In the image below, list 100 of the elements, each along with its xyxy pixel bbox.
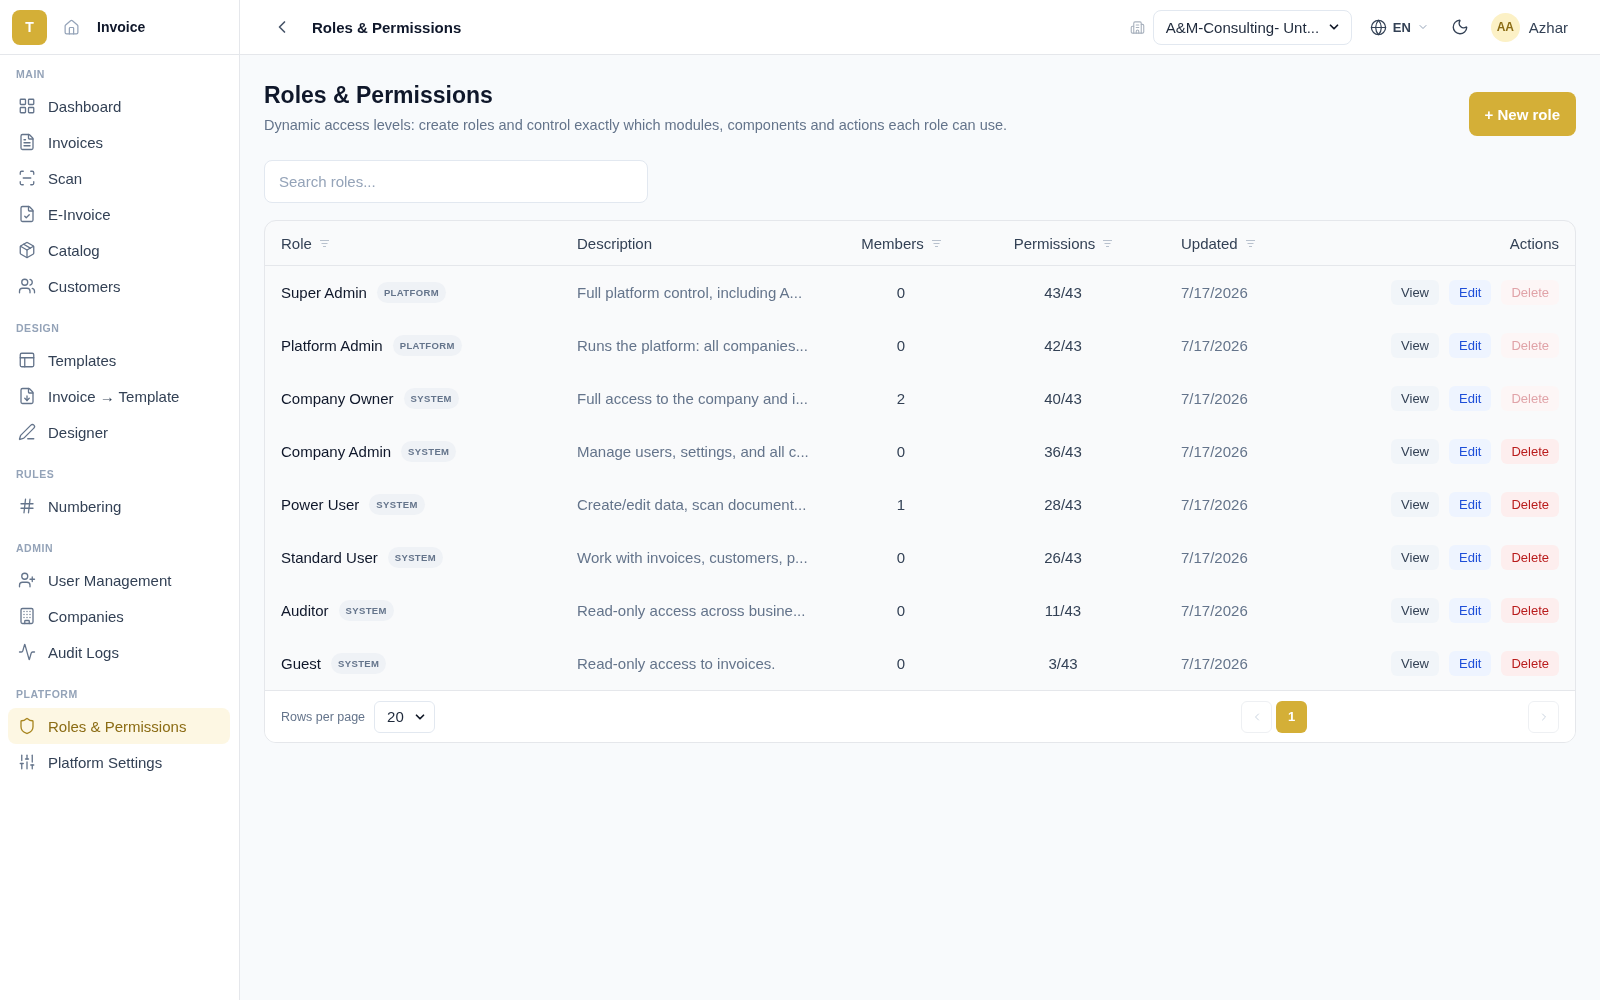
globe-icon bbox=[1369, 18, 1387, 36]
role-name: Company Owner bbox=[281, 390, 394, 407]
role-description: Work with invoices, customers, p... bbox=[577, 549, 808, 566]
role-description: Read-only access across busine... bbox=[577, 602, 806, 619]
sidebar-item[interactable]: Catalog bbox=[8, 232, 230, 268]
permissions-count: 36/43 bbox=[1044, 443, 1082, 460]
members-count: 0 bbox=[896, 337, 906, 354]
role-name: Power User bbox=[281, 496, 360, 513]
logo-tile: T bbox=[12, 9, 47, 45]
house-icon bbox=[63, 18, 80, 36]
view-button[interactable]: View bbox=[1391, 651, 1439, 676]
search-field[interactable]: Search roles... bbox=[264, 160, 648, 203]
sidebar-item[interactable]: User Management bbox=[8, 562, 230, 598]
role-description: Full access to the company and i... bbox=[577, 390, 808, 407]
layout-icon bbox=[18, 351, 36, 369]
view-button[interactable]: View bbox=[1391, 280, 1439, 305]
moon-icon bbox=[1450, 18, 1469, 36]
role-description: Runs the platform: all companies... bbox=[577, 337, 808, 354]
column-header[interactable]: Updated bbox=[1181, 234, 1255, 252]
theme-toggle-button[interactable] bbox=[1450, 18, 1469, 36]
grid-icon bbox=[18, 97, 36, 115]
building-icon bbox=[18, 607, 36, 625]
page-title: Roles & Permissions bbox=[264, 81, 494, 109]
language-button[interactable]: EN bbox=[1369, 18, 1429, 36]
role-name: Platform Admin bbox=[281, 337, 383, 354]
document-icon bbox=[18, 133, 36, 151]
delete-button[interactable]: Delete bbox=[1501, 492, 1559, 517]
section-label: ADMIN bbox=[16, 541, 54, 556]
updated-date: 7/17/2026 bbox=[1181, 284, 1248, 301]
column-header[interactable]: Role bbox=[281, 234, 329, 252]
document-arrow-icon bbox=[18, 387, 36, 405]
members-count: 0 bbox=[896, 655, 906, 672]
sidebar-item[interactable]: Numbering bbox=[8, 488, 230, 524]
role-type-tag: PLATFORM bbox=[376, 282, 446, 303]
column-header[interactable]: Permissions bbox=[1013, 234, 1113, 252]
role-type-tag: PLATFORM bbox=[392, 335, 462, 356]
column-header[interactable]: Members bbox=[861, 234, 941, 252]
sort-icon bbox=[1245, 239, 1255, 247]
sidebar-item[interactable]: E-Invoice bbox=[8, 196, 230, 232]
sidebar-item[interactable]: Companies bbox=[8, 598, 230, 634]
delete-button[interactable]: Delete bbox=[1501, 651, 1559, 676]
view-button[interactable]: View bbox=[1391, 598, 1439, 623]
sort-icon bbox=[931, 239, 941, 247]
sidebar-item[interactable]: Customers bbox=[8, 268, 230, 304]
view-button[interactable]: View bbox=[1391, 439, 1439, 464]
sidebar-item[interactable]: Platform Settings bbox=[8, 744, 230, 780]
edit-button[interactable]: Edit bbox=[1449, 492, 1492, 517]
updated-date: 7/17/2026 bbox=[1181, 655, 1248, 672]
role-description: Read-only access to invoices. bbox=[577, 655, 776, 672]
edit-button[interactable]: Edit bbox=[1449, 280, 1492, 305]
view-button[interactable]: View bbox=[1391, 492, 1439, 517]
edit-button[interactable]: Edit bbox=[1449, 439, 1492, 464]
sidebar-item[interactable]: Roles & Permissions bbox=[8, 708, 230, 744]
members-count: 0 bbox=[896, 549, 906, 566]
box-icon bbox=[18, 241, 36, 259]
updated-date: 7/17/2026 bbox=[1181, 549, 1248, 566]
edit-button[interactable]: Edit bbox=[1449, 545, 1492, 570]
sidebar-item[interactable]: Audit Logs bbox=[8, 634, 230, 670]
members-count: 0 bbox=[896, 602, 906, 619]
company-select[interactable]: A&M-Consulting- Unt... bbox=[1152, 9, 1352, 45]
delete-button[interactable]: Delete bbox=[1501, 439, 1559, 464]
sidebar-item[interactable]: Dashboard bbox=[8, 88, 230, 124]
section-label: DESIGN bbox=[16, 321, 60, 336]
role-type-tag: SYSTEM bbox=[369, 494, 425, 515]
role-type-tag: SYSTEM bbox=[401, 441, 457, 462]
pen-icon bbox=[18, 423, 36, 441]
edit-button[interactable]: Edit bbox=[1449, 598, 1492, 623]
sidebar-item[interactable]: Invoice → Template bbox=[8, 378, 230, 414]
rows-per-page-select[interactable]: 20 bbox=[374, 700, 436, 733]
hash-icon bbox=[18, 497, 36, 515]
sidebar-item[interactable]: Designer bbox=[8, 414, 230, 450]
user-plus-icon bbox=[18, 571, 36, 589]
user-name[interactable]: Azhar bbox=[1528, 18, 1568, 36]
sidebar-item[interactable]: Scan bbox=[8, 160, 230, 196]
delete-button[interactable]: Delete bbox=[1501, 545, 1559, 570]
edit-button[interactable]: Edit bbox=[1449, 333, 1492, 358]
building-icon bbox=[1129, 19, 1145, 35]
sort-icon bbox=[1103, 239, 1113, 247]
user-avatar[interactable]: AA bbox=[1490, 12, 1520, 42]
role-name: Auditor bbox=[281, 602, 329, 619]
edit-button[interactable]: Edit bbox=[1449, 386, 1492, 411]
sidebar-item[interactable]: Templates bbox=[8, 342, 230, 378]
view-button[interactable]: View bbox=[1391, 386, 1439, 411]
role-type-tag: SYSTEM bbox=[403, 388, 459, 409]
role-name: Standard User bbox=[281, 549, 378, 566]
members-count: 0 bbox=[896, 443, 906, 460]
permissions-count: 26/43 bbox=[1044, 549, 1082, 566]
view-button[interactable]: View bbox=[1391, 333, 1439, 358]
permissions-count: 28/43 bbox=[1044, 496, 1082, 513]
sidebar-item[interactable]: Invoices bbox=[8, 124, 230, 160]
shield-icon bbox=[18, 717, 36, 735]
edit-button[interactable]: Edit bbox=[1449, 651, 1492, 676]
section-label: PLATFORM bbox=[16, 687, 78, 702]
pulse-icon bbox=[18, 643, 36, 661]
role-name: Super Admin bbox=[281, 284, 367, 301]
updated-date: 7/17/2026 bbox=[1181, 602, 1248, 619]
permissions-count: 11/43 bbox=[1044, 602, 1082, 619]
delete-button[interactable]: Delete bbox=[1501, 598, 1559, 623]
view-button[interactable]: View bbox=[1391, 545, 1439, 570]
role-type-tag: SYSTEM bbox=[331, 653, 387, 674]
